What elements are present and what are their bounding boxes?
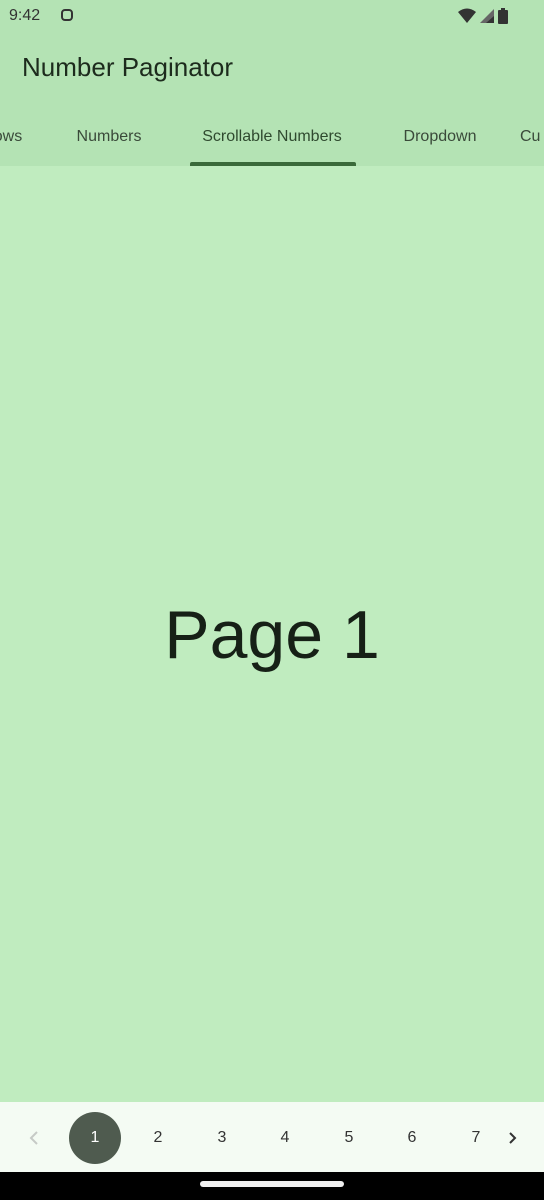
page-button-5[interactable]: 5 — [323, 1112, 375, 1164]
status-icons — [458, 8, 508, 24]
tab-custom[interactable]: Cu — [520, 108, 544, 166]
page-button-6[interactable]: 6 — [386, 1112, 438, 1164]
tab-bar: ows Numbers Scrollable Numbers Dropdown … — [0, 108, 544, 166]
page-button-3[interactable]: 3 — [196, 1112, 248, 1164]
chevron-right-icon[interactable] — [500, 1124, 524, 1152]
chevron-left-icon[interactable] — [22, 1124, 46, 1152]
gesture-handle[interactable] — [200, 1181, 344, 1187]
status-bar: 9:42 — [0, 0, 544, 34]
page-content: Page 1 — [0, 166, 544, 1102]
screen: 9:42 Number Paginator ows Numbers Scroll… — [0, 0, 544, 1200]
navigation-bar — [0, 1172, 544, 1200]
app-title: Number Paginator — [22, 52, 233, 82]
cellular-signal-icon — [480, 8, 494, 24]
tab-arrows[interactable]: ows — [0, 108, 36, 166]
tab-dropdown[interactable]: Dropdown — [390, 108, 490, 166]
number-paginator: 1 2 3 4 5 6 7 — [0, 1102, 544, 1172]
app-bar: Number Paginator — [0, 34, 544, 108]
status-time: 9:42 — [9, 7, 41, 24]
page-button-1[interactable]: 1 — [69, 1112, 121, 1164]
media-icon — [61, 9, 73, 21]
page-button-4[interactable]: 4 — [259, 1112, 311, 1164]
page-button-2[interactable]: 2 — [132, 1112, 184, 1164]
battery-icon — [498, 8, 508, 24]
tab-scrollable-numbers[interactable]: Scrollable Numbers — [186, 108, 358, 166]
page-button-7[interactable]: 7 — [450, 1112, 502, 1164]
tab-numbers[interactable]: Numbers — [64, 108, 154, 166]
page-label: Page 1 — [164, 597, 380, 673]
wifi-icon — [458, 8, 476, 24]
